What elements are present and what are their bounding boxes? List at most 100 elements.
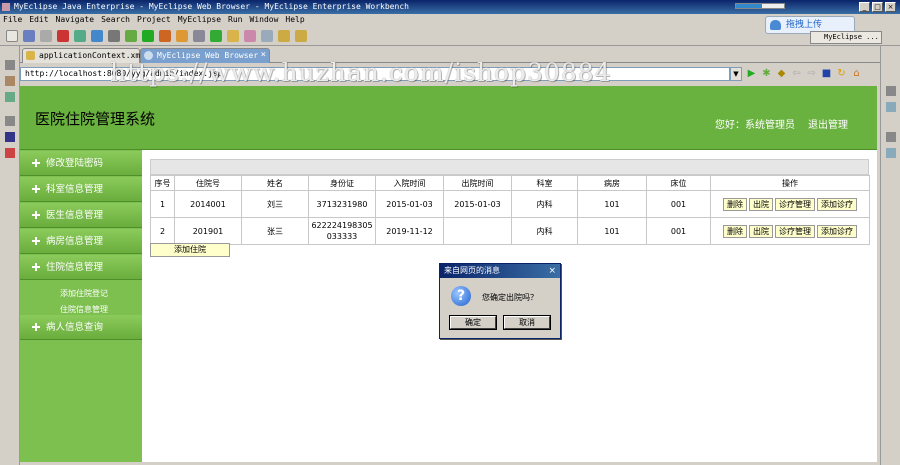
folder-icon[interactable]: [227, 30, 239, 42]
cell-department: 内科: [511, 217, 578, 245]
restore-icon-2[interactable]: [5, 116, 15, 126]
add-treatment-button[interactable]: 添加诊疗: [817, 224, 857, 238]
browser-icon[interactable]: [91, 30, 103, 42]
sidebar-subitem-manage-admissions[interactable]: 住院信息管理: [60, 304, 108, 315]
tasks-icon[interactable]: [886, 148, 896, 158]
col-header-id-card: 身份证: [308, 175, 376, 191]
url-input[interactable]: http://localhost:8080/yyg/admin/index.js…: [20, 67, 730, 81]
col-header-discharge-date: 出院时间: [443, 175, 512, 191]
refresh-icon[interactable]: [210, 30, 222, 42]
external-tools-icon[interactable]: [159, 30, 171, 42]
menu-window[interactable]: Window: [250, 14, 279, 26]
image-icon[interactable]: [108, 30, 120, 42]
forward-icon[interactable]: [295, 30, 307, 42]
discharge-button[interactable]: 出院: [749, 224, 773, 238]
save-icon[interactable]: [23, 30, 35, 42]
sidebar-subitem-add-admission[interactable]: 添加住院登记: [60, 288, 108, 299]
plus-icon: [32, 185, 40, 193]
console-icon[interactable]: [5, 132, 15, 142]
menu-run[interactable]: Run: [228, 14, 242, 26]
col-header-admission-no: 住院号: [174, 175, 242, 191]
debug-icon[interactable]: [125, 30, 137, 42]
gear-icon[interactable]: ✱: [761, 68, 772, 79]
print-icon[interactable]: [40, 30, 52, 42]
menu-help[interactable]: Help: [285, 14, 304, 26]
add-admission-button[interactable]: 添加住院: [150, 243, 230, 257]
wrench-icon[interactable]: [193, 30, 205, 42]
home-icon[interactable]: ⌂: [851, 68, 862, 79]
myeclipse-app-icon: [2, 3, 10, 11]
restore-icon[interactable]: [5, 60, 15, 70]
package-explorer-icon[interactable]: [5, 76, 15, 86]
tab-web-browser[interactable]: MyEclipse Web Browser ×: [140, 48, 270, 63]
sidebar-item-wards[interactable]: 病房信息管理: [20, 229, 142, 254]
restore-icon-right-2[interactable]: [886, 132, 896, 142]
page-title: 医院住院管理系统: [35, 110, 156, 128]
close-icon[interactable]: ×: [885, 2, 896, 12]
search-icon[interactable]: [261, 30, 273, 42]
cell-index: 2: [150, 217, 175, 245]
menu-file[interactable]: File: [3, 14, 22, 26]
sidebar-item-label: 住院信息管理: [46, 262, 104, 273]
perspective-switcher[interactable]: MyEclipse ...: [810, 31, 882, 44]
table-header-strip: [150, 159, 869, 175]
dialog-ok-button[interactable]: 确定: [449, 315, 497, 330]
sidebar: 修改登陆密码 科室信息管理 医生信息管理 病房信息管理 住院信息管理 添加住院登…: [20, 150, 142, 465]
discharge-button[interactable]: 出院: [749, 197, 773, 211]
sidebar-item-admissions[interactable]: 住院信息管理: [20, 255, 142, 280]
dialog-message: 您确定出院吗？: [482, 293, 538, 302]
tab-close-icon[interactable]: ×: [261, 49, 266, 62]
chevron-down-icon[interactable]: ▼: [730, 67, 742, 81]
browser-address-bar: http://localhost:8080/yyg/admin/index.js…: [20, 63, 880, 85]
sidebar-item-departments[interactable]: 科室信息管理: [20, 177, 142, 202]
refresh-arrows-icon[interactable]: ↻: [836, 68, 847, 79]
menu-edit[interactable]: Edit: [29, 14, 48, 26]
menu-project[interactable]: Project: [137, 14, 171, 26]
stop-icon[interactable]: ■: [821, 68, 832, 79]
run-icon[interactable]: [142, 30, 154, 42]
window-controls: _ □ ×: [859, 2, 896, 12]
dialog-titlebar: 来自网页的消息 ×: [440, 264, 560, 278]
back-arrow-icon[interactable]: ⇦: [791, 68, 802, 79]
treatment-manage-button[interactable]: 诊疗管理: [775, 224, 815, 238]
treatment-manage-button[interactable]: 诊疗管理: [775, 197, 815, 211]
dialog-cancel-button[interactable]: 取消: [503, 315, 551, 330]
editor-tabs: applicationContext.xml MyEclipse Web Bro…: [20, 46, 880, 63]
go-icon[interactable]: ▶: [746, 68, 757, 79]
sidebar-item-doctors[interactable]: 医生信息管理: [20, 203, 142, 228]
col-header-department: 科室: [511, 175, 578, 191]
add-treatment-button[interactable]: 添加诊疗: [817, 197, 857, 211]
dialog-title: 来自网页的消息: [444, 266, 500, 275]
new-icon[interactable]: [6, 30, 18, 42]
forward-arrow-icon[interactable]: ⇨: [806, 68, 817, 79]
outline-icon[interactable]: [886, 102, 896, 112]
menu-navigate[interactable]: Navigate: [56, 14, 95, 26]
cell-discharge-date: 2015-01-03: [443, 190, 512, 218]
sidebar-item-change-password[interactable]: 修改登陆密码: [20, 151, 142, 176]
tab-application-context[interactable]: applicationContext.xml: [22, 48, 145, 63]
maximize-icon[interactable]: □: [872, 2, 883, 12]
progress-bar: [735, 3, 785, 9]
delete-button[interactable]: 删除: [723, 197, 747, 211]
dialog-close-icon[interactable]: ×: [548, 264, 556, 278]
logout-link[interactable]: 退出管理: [808, 116, 848, 131]
problems-icon[interactable]: [5, 148, 15, 158]
hierarchy-icon[interactable]: [5, 92, 15, 102]
server-icon[interactable]: [57, 30, 69, 42]
cell-actions: 删除 出院 诊疗管理 添加诊疗: [710, 217, 870, 245]
restore-icon-right[interactable]: [886, 86, 896, 96]
cell-admission-no: 2014001: [174, 190, 242, 218]
settings-dropdown-icon[interactable]: ◆: [776, 68, 787, 79]
right-dock: [880, 46, 900, 465]
col-header-bed: 床位: [646, 175, 711, 191]
sidebar-item-patient-query[interactable]: 病人信息查询: [20, 315, 142, 340]
menu-myeclipse[interactable]: MyEclipse: [178, 14, 221, 26]
grid-icon[interactable]: [176, 30, 188, 42]
deploy-icon[interactable]: [74, 30, 86, 42]
minimize-icon[interactable]: _: [859, 2, 870, 12]
pencil-icon[interactable]: [244, 30, 256, 42]
back-icon[interactable]: [278, 30, 290, 42]
progress-fill: [736, 4, 763, 8]
delete-button[interactable]: 删除: [723, 224, 747, 238]
menu-search[interactable]: Search: [101, 14, 130, 26]
